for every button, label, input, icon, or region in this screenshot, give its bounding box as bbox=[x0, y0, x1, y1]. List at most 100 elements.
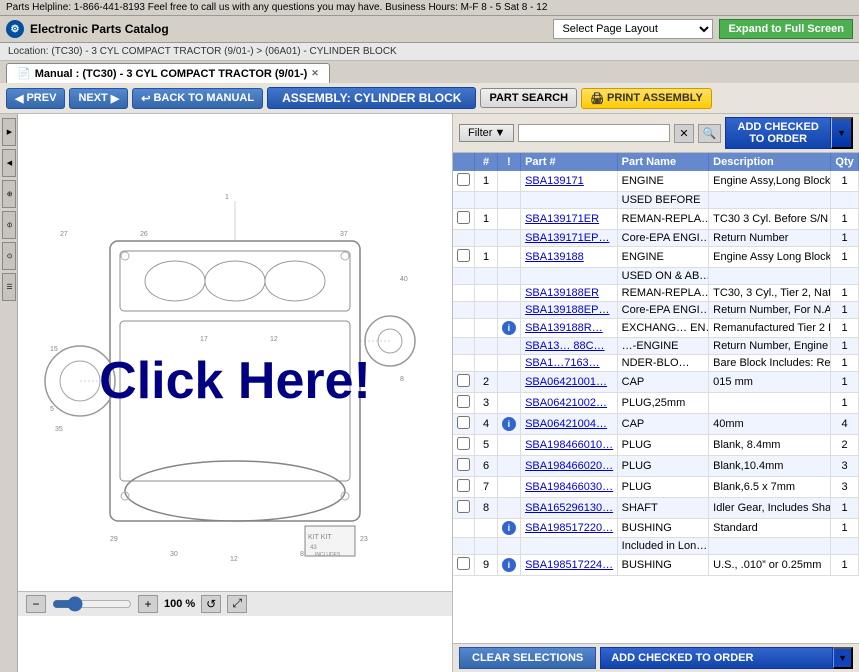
filter-input[interactable] bbox=[518, 124, 670, 142]
add-checked-dropdown-bottom-button[interactable]: ▼ bbox=[833, 647, 853, 669]
part-link[interactable]: SBA198517224… bbox=[525, 559, 613, 571]
table-row: 8SBA165296130…SHAFTIdler Gear, Includes … bbox=[453, 498, 859, 519]
part-link[interactable]: SBA198517220… bbox=[525, 522, 613, 534]
add-checked-dropdown-top-button[interactable]: ▼ bbox=[831, 117, 853, 149]
part-link[interactable]: SBA165296130… bbox=[525, 502, 613, 514]
row-number: 8 bbox=[475, 498, 497, 519]
manual-tab[interactable]: 📄 Manual : (TC30) - 3 CYL COMPACT TRACTO… bbox=[6, 63, 330, 83]
info-icon[interactable]: i bbox=[502, 321, 516, 335]
filter-bar: Filter ▼ ✕ 🔍 ADD CHECKED TO ORDER ▼ bbox=[453, 114, 859, 153]
svg-text:1: 1 bbox=[225, 194, 229, 201]
table-row: SBA139188ERREMAN-REPLA…TC30, 3 Cyl., Tie… bbox=[453, 285, 859, 302]
row-checkbox[interactable] bbox=[457, 173, 470, 186]
part-link[interactable]: SBA06421002… bbox=[525, 397, 607, 409]
row-checkbox[interactable] bbox=[457, 416, 470, 429]
row-part-number: SBA139188R… bbox=[521, 319, 618, 338]
row-part-name: REMAN-REPLA… bbox=[617, 209, 709, 230]
diagram-image[interactable]: 27 26 37 40 15 5 35 8 29 30 12 8 23 17 1… bbox=[25, 171, 445, 591]
svg-text:12: 12 bbox=[230, 556, 238, 563]
zoom-out-button[interactable]: − bbox=[26, 595, 46, 613]
info-icon[interactable]: i bbox=[502, 417, 516, 431]
part-link[interactable]: SBA139188EP… bbox=[525, 304, 609, 316]
table-header-row: # ! Part # Part Name Description Qty bbox=[453, 153, 859, 171]
breadcrumb: Location: (TC30) - 3 CYL COMPACT TRACTOR… bbox=[0, 43, 859, 61]
row-checkbox[interactable] bbox=[457, 458, 470, 471]
prev-button[interactable]: ◀ PREV bbox=[6, 88, 65, 109]
next-button[interactable]: NEXT ▶ bbox=[69, 88, 128, 109]
assembly-diagram-svg: 27 26 37 40 15 5 35 8 29 30 12 8 23 17 1… bbox=[30, 181, 440, 581]
part-link[interactable]: SBA198466010… bbox=[525, 439, 613, 451]
row-info bbox=[497, 435, 520, 456]
tab-close-icon[interactable]: ✕ bbox=[311, 68, 319, 79]
filter-clear-button[interactable]: ✕ bbox=[674, 124, 693, 143]
nav-icon-6[interactable]: ☰ bbox=[2, 273, 16, 301]
row-qty: 1 bbox=[831, 338, 859, 355]
info-icon[interactable]: i bbox=[502, 558, 516, 572]
row-qty: 2 bbox=[831, 435, 859, 456]
row-description: Idler Gear, Includes Shaft… bbox=[709, 498, 831, 519]
row-description: Return Number bbox=[709, 230, 831, 247]
part-link[interactable]: SBA06421004… bbox=[525, 418, 607, 430]
info-icon[interactable]: i bbox=[502, 521, 516, 535]
row-checkbox[interactable] bbox=[457, 395, 470, 408]
assembly-button[interactable]: ASSEMBLY: CYLINDER BLOCK bbox=[267, 87, 476, 109]
add-checked-to-order-top-button[interactable]: ADD CHECKED TO ORDER bbox=[725, 117, 831, 149]
page-layout-select[interactable]: Select Page Layout bbox=[553, 19, 713, 39]
nav-icon-4[interactable]: ⊖ bbox=[2, 211, 16, 239]
row-checkbox[interactable] bbox=[457, 479, 470, 492]
part-link[interactable]: SBA139171ER bbox=[525, 213, 599, 225]
row-number bbox=[475, 192, 497, 209]
toolbar: ◀ PREV NEXT ▶ ↩ BACK TO MANUAL ASSEMBLY:… bbox=[0, 83, 859, 114]
part-search-label: PART SEARCH bbox=[489, 92, 568, 104]
part-link[interactable]: SBA139171EP… bbox=[525, 232, 609, 244]
part-link[interactable]: SBA198466030… bbox=[525, 481, 613, 493]
part-link[interactable]: SBA1…7163… bbox=[525, 357, 600, 369]
svg-text:23: 23 bbox=[360, 536, 368, 543]
zoom-reset-button[interactable]: ↺ bbox=[201, 595, 221, 613]
row-checkbox[interactable] bbox=[457, 249, 470, 262]
zoom-fit-button[interactable]: ⤢ bbox=[227, 595, 247, 613]
row-number: 6 bbox=[475, 456, 497, 477]
part-search-button[interactable]: PART SEARCH bbox=[480, 88, 577, 108]
row-checkbox[interactable] bbox=[457, 557, 470, 570]
zoom-slider[interactable] bbox=[52, 596, 132, 612]
part-link[interactable]: SBA198466020… bbox=[525, 460, 613, 472]
row-part-name: EXCHANG… EN… bbox=[617, 319, 709, 338]
part-link[interactable]: SBA139171 bbox=[525, 175, 584, 187]
svg-text:8: 8 bbox=[400, 376, 404, 383]
table-row: 1SBA139188ENGINEEngine Assy Long Block…1 bbox=[453, 247, 859, 268]
add-checked-to-order-bottom-button[interactable]: ADD CHECKED TO ORDER bbox=[600, 647, 833, 669]
row-part-name: PLUG bbox=[617, 477, 709, 498]
row-number: 1 bbox=[475, 247, 497, 268]
part-link[interactable]: SBA139188R… bbox=[525, 322, 603, 334]
part-link[interactable]: SBA139188ER bbox=[525, 287, 599, 299]
print-assembly-button[interactable]: 🖨 PRINT ASSEMBLY bbox=[581, 88, 712, 109]
back-to-manual-button[interactable]: ↩ BACK TO MANUAL bbox=[132, 88, 263, 109]
row-checkbox[interactable] bbox=[457, 211, 470, 224]
row-part-number: SBA198466020… bbox=[521, 456, 618, 477]
part-link[interactable]: SBA06421001… bbox=[525, 376, 607, 388]
filter-button[interactable]: Filter ▼ bbox=[459, 124, 514, 142]
add-checked-bottom-group: ADD CHECKED TO ORDER ▼ bbox=[600, 647, 853, 669]
zoom-in-button[interactable]: + bbox=[138, 595, 158, 613]
row-description: 015 mm bbox=[709, 372, 831, 393]
part-link[interactable]: SBA139188 bbox=[525, 251, 584, 263]
row-checkbox[interactable] bbox=[457, 437, 470, 450]
nav-icon-1[interactable]: ▶ bbox=[2, 118, 16, 146]
row-checkbox[interactable] bbox=[457, 374, 470, 387]
svg-text:35: 35 bbox=[55, 426, 63, 433]
row-part-name: BUSHING bbox=[617, 555, 709, 576]
filter-search-button[interactable]: 🔍 bbox=[698, 124, 722, 143]
row-checkbox[interactable] bbox=[457, 500, 470, 513]
nav-icon-5[interactable]: ⊙ bbox=[2, 242, 16, 270]
prev-label: PREV bbox=[26, 92, 56, 104]
expand-full-screen-button[interactable]: Expand to Full Screen bbox=[719, 19, 853, 39]
nav-icon-2[interactable]: ◀ bbox=[2, 149, 16, 177]
row-number bbox=[475, 538, 497, 555]
clear-selections-button[interactable]: CLEAR SELECTIONS bbox=[459, 647, 596, 669]
parts-table-container[interactable]: # ! Part # Part Name Description Qty 1 SB… bbox=[453, 153, 859, 643]
part-link[interactable]: SBA13… 88C… bbox=[525, 340, 604, 352]
nav-icon-3[interactable]: ⊕ bbox=[2, 180, 16, 208]
row-part-number: SBA198466030… bbox=[521, 477, 618, 498]
table-row: 1SBA139171ERREMAN-REPLA…TC30 3 Cyl. Befo… bbox=[453, 209, 859, 230]
